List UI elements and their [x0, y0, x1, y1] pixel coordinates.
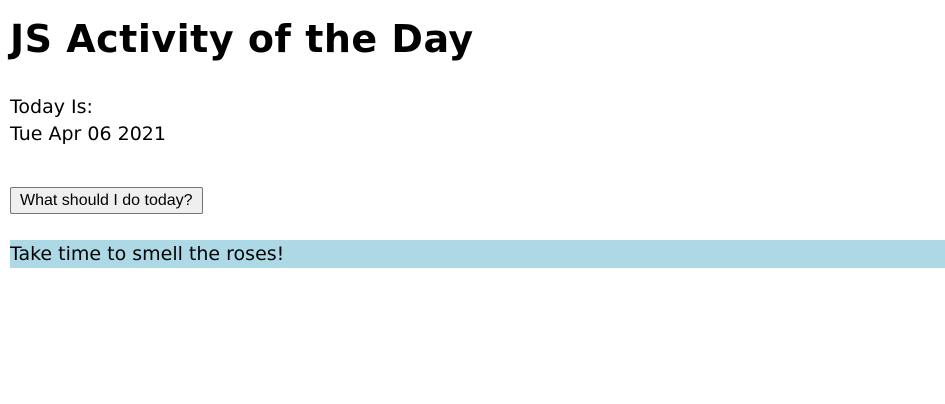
today-date: Tue Apr 06 2021	[10, 123, 166, 145]
page: JS Activity of the Day Today Is: Tue Apr…	[0, 0, 945, 404]
activity-result: Take time to smell the roses!	[10, 240, 945, 268]
what-should-i-do-button[interactable]: What should I do today?	[10, 187, 203, 214]
page-title: JS Activity of the Day	[10, 17, 474, 61]
today-label: Today Is:	[10, 96, 93, 118]
